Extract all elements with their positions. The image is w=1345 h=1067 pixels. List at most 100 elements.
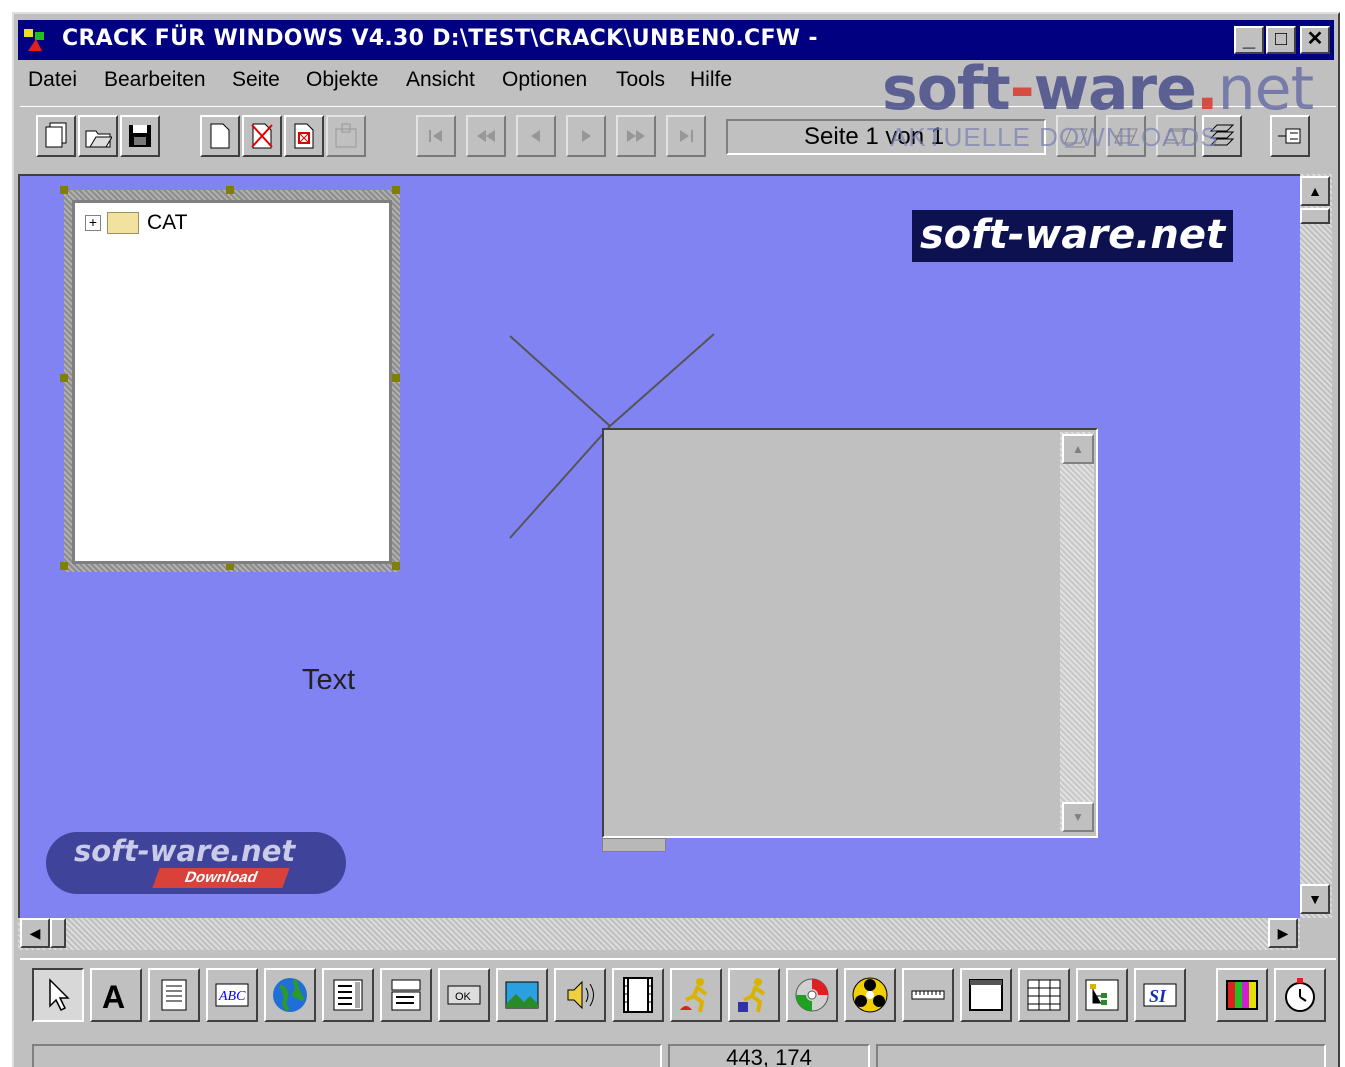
- resize-handle[interactable]: [392, 186, 400, 194]
- combo-tool[interactable]: [380, 968, 432, 1022]
- listbox-scroll-down-button[interactable]: ▼: [1062, 802, 1094, 832]
- first-page-button[interactable]: [416, 115, 456, 157]
- align-icon: [1278, 128, 1301, 144]
- expand-icon[interactable]: +: [85, 215, 101, 232]
- menu-seite[interactable]: Seite: [232, 68, 280, 92]
- resize-handle[interactable]: [60, 186, 68, 194]
- copy-page-icon: [294, 123, 314, 149]
- timer-tool[interactable]: [1274, 968, 1326, 1022]
- listbox-scroll-up-button[interactable]: ▲: [1062, 434, 1094, 464]
- frame-tool[interactable]: [960, 968, 1012, 1022]
- prev-page-icon: [531, 130, 540, 142]
- fast-back-button[interactable]: [466, 115, 506, 157]
- horizontal-scroll-thumb[interactable]: [50, 918, 66, 948]
- sound-tool[interactable]: [554, 968, 606, 1022]
- fan-icon: [852, 977, 888, 1013]
- maximize-button[interactable]: □: [1266, 26, 1296, 54]
- horizontal-scrollbar[interactable]: ◀ ▶: [18, 918, 1300, 950]
- design-canvas[interactable]: + CAT ▲ ▼ Text soft-ware.net soft-ware.ne…: [18, 174, 1300, 918]
- close-button[interactable]: ✕: [1300, 26, 1330, 54]
- menu-optionen[interactable]: Optionen: [502, 68, 587, 92]
- tree-item-cat[interactable]: + CAT: [85, 211, 187, 237]
- window-title: CRACK FÜR WINDOWS V4.30 D:\TEST\CRACK\UN…: [62, 26, 818, 51]
- resize-handle[interactable]: [226, 186, 234, 194]
- watermark-badge-download: Download: [152, 868, 290, 888]
- text-a-icon: A: [102, 979, 125, 1015]
- input-field-icon: ABC: [215, 983, 249, 1007]
- watermark-badge: soft-ware.net Download: [46, 832, 346, 894]
- status-message: [32, 1044, 662, 1067]
- minimize-button[interactable]: _: [1234, 26, 1264, 54]
- web-link-tool[interactable]: [264, 968, 316, 1022]
- menu-objekte[interactable]: Objekte: [306, 68, 378, 92]
- resize-handle[interactable]: [392, 374, 400, 382]
- button-tool[interactable]: OK: [438, 968, 490, 1022]
- textbox-tool[interactable]: [148, 968, 200, 1022]
- line-tool[interactable]: [902, 968, 954, 1022]
- video-tool[interactable]: [612, 968, 664, 1022]
- film-icon: [623, 977, 653, 1013]
- menu-bearbeiten[interactable]: Bearbeiten: [104, 68, 206, 92]
- watermark-logo: soft-ware.net: [882, 54, 1314, 124]
- menu-ansicht[interactable]: Ansicht: [406, 68, 475, 92]
- menu-hilfe[interactable]: Hilfe: [690, 68, 732, 92]
- delete-page-button[interactable]: [242, 115, 282, 157]
- fast-forward-button[interactable]: [616, 115, 656, 157]
- svg-text:SI: SI: [1149, 986, 1167, 1006]
- svg-text:ABC: ABC: [218, 989, 246, 1004]
- running-man-icon: [680, 978, 708, 1013]
- resize-handle[interactable]: [60, 374, 68, 382]
- scroll-left-button[interactable]: ◀: [20, 918, 50, 948]
- vertical-scroll-thumb[interactable]: [1300, 208, 1330, 224]
- page-properties-button[interactable]: [326, 115, 366, 157]
- tree-view-object[interactable]: + CAT: [72, 200, 392, 564]
- copy-page-button[interactable]: [284, 115, 324, 157]
- cd-tool[interactable]: [786, 968, 838, 1022]
- script-tool[interactable]: SI: [1134, 968, 1186, 1022]
- speaker-icon: [567, 980, 594, 1010]
- table-tool[interactable]: [1018, 968, 1070, 1022]
- menu-datei[interactable]: Datei: [28, 68, 77, 92]
- color-bars-icon: [1226, 980, 1258, 1010]
- combo-icon: [391, 979, 421, 1011]
- scroll-right-button[interactable]: ▶: [1268, 918, 1298, 948]
- scroll-up-button[interactable]: ▲: [1300, 176, 1330, 206]
- fast-back-icon: [477, 130, 495, 142]
- watermark-badge-text: soft-ware.net: [74, 834, 296, 868]
- prev-page-button[interactable]: [516, 115, 556, 157]
- input-field-tool[interactable]: ABC: [206, 968, 258, 1022]
- color-tool[interactable]: [1216, 968, 1268, 1022]
- folder-icon: [107, 212, 139, 235]
- tree-item-label: CAT: [147, 211, 188, 234]
- menu-tools[interactable]: Tools: [616, 68, 665, 92]
- ok-button-icon: OK: [447, 985, 481, 1005]
- animation-tool[interactable]: [844, 968, 896, 1022]
- vertical-scrollbar[interactable]: ▲ ▼: [1300, 174, 1332, 918]
- scroll-down-button[interactable]: ▼: [1300, 884, 1330, 914]
- listbox-tab-handle[interactable]: [602, 838, 666, 852]
- transition-tool[interactable]: [728, 968, 780, 1022]
- open-button[interactable]: [78, 115, 118, 157]
- last-page-icon: [680, 130, 693, 142]
- last-page-button[interactable]: [666, 115, 706, 157]
- ruler-line-icon: [911, 990, 945, 1000]
- image-tool[interactable]: [496, 968, 548, 1022]
- listbox-scrollbar[interactable]: [1060, 432, 1094, 832]
- text-object[interactable]: Text: [302, 664, 355, 697]
- select-tool[interactable]: [32, 968, 84, 1022]
- delete-page-icon: [251, 123, 273, 149]
- next-page-button[interactable]: [566, 115, 606, 157]
- status-coordinates: 443, 174: [668, 1044, 870, 1067]
- resize-handle[interactable]: [60, 562, 68, 570]
- action-tool[interactable]: [670, 968, 722, 1022]
- new-page-button[interactable]: [200, 115, 240, 157]
- listbox-object[interactable]: ▲ ▼: [602, 428, 1098, 838]
- new-page-icon: [210, 123, 230, 149]
- arrow-cursor-icon: [49, 978, 70, 1012]
- list-tool[interactable]: [322, 968, 374, 1022]
- tree-tool[interactable]: [1076, 968, 1128, 1022]
- resize-handle[interactable]: [392, 562, 400, 570]
- text-tool[interactable]: A: [90, 968, 142, 1022]
- save-button[interactable]: [120, 115, 160, 157]
- new-document-button[interactable]: [36, 115, 76, 157]
